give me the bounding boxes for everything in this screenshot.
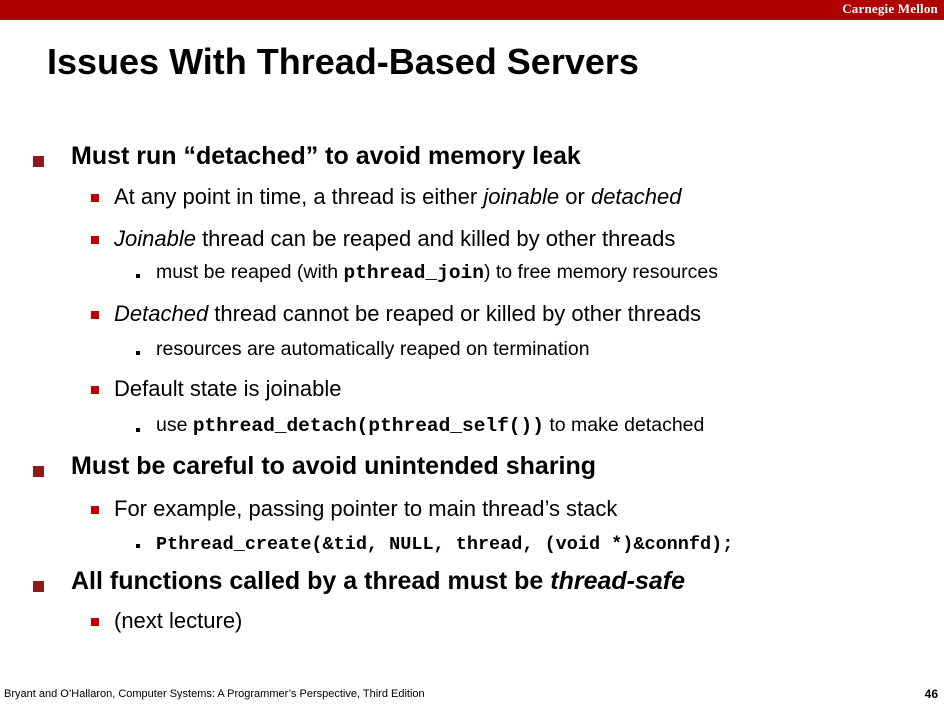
page-number: 46 — [924, 687, 938, 701]
bullet-1-2: Joinable thread can be reaped and killed… — [114, 226, 675, 252]
text: or — [559, 184, 591, 209]
bullet-marker-level1 — [33, 156, 44, 167]
text: use — [156, 414, 193, 436]
bullet-marker-level2 — [91, 618, 99, 626]
bullet-marker-level2 — [91, 386, 99, 394]
term-detached: detached — [590, 184, 682, 209]
code-pthread-create: Pthread_create(&tid, NULL, thread, (void… — [156, 534, 734, 555]
text: ) to free memory resources — [483, 261, 719, 283]
term-thread-safe: thread-safe — [550, 567, 686, 595]
bullet-2-text: Must be careful to avoid unintended shar… — [71, 452, 597, 480]
bullet-marker-level3 — [136, 274, 140, 278]
text: thread cannot be reaped or killed by oth… — [208, 301, 702, 326]
text: thread can be reaped and killed by other… — [195, 226, 676, 251]
brand-label: Carnegie Mellon — [842, 1, 938, 16]
code-pthread-join: pthread_join — [343, 262, 484, 284]
slide-title: Issues With Thread-Based Servers — [47, 41, 639, 82]
code-pthread-detach: pthread_detach(pthread_self()) — [192, 415, 544, 437]
bullet-1-2-1: must be reaped (with pthread_join) to fr… — [156, 261, 718, 284]
text: At any point in time, a thread is either — [114, 184, 484, 209]
bullet-3-1: (next lecture) — [114, 608, 243, 633]
bullet-marker-level3 — [136, 351, 140, 355]
bullet-1-1: At any point in time, a thread is either… — [114, 184, 681, 210]
bullet-2-1-1: Pthread_create(&tid, NULL, thread, (void… — [156, 532, 733, 555]
term-joinable: joinable — [483, 184, 560, 209]
bullet-marker-level2 — [91, 311, 99, 319]
bullet-3-text: All functions called by a thread must be… — [71, 567, 685, 596]
text: must be reaped (with — [156, 261, 344, 283]
bullet-2-1: For example, passing pointer to main thr… — [114, 496, 618, 521]
term-detached: Detached — [114, 301, 209, 326]
header-bar: Carnegie Mellon — [0, 0, 944, 20]
bullet-1-3-1: resources are automatically reaped on te… — [156, 338, 590, 360]
bullet-1-3: Detached thread cannot be reaped or kill… — [114, 301, 701, 327]
text: All functions called by a thread must be — [71, 567, 551, 595]
bullet-marker-level2 — [91, 506, 99, 514]
bullet-1-4-1: use pthread_detach(pthread_self()) to ma… — [156, 414, 704, 437]
footer-credit: Bryant and O’Hallaron, Computer Systems:… — [4, 688, 425, 700]
bullet-1-text: Must run “detached” to avoid memory leak — [71, 142, 581, 170]
text: to make detached — [543, 414, 705, 436]
bullet-marker-level2 — [91, 236, 99, 244]
bullet-marker-level3 — [136, 428, 140, 432]
bullet-marker-level3 — [136, 544, 140, 548]
bullet-marker-level1 — [33, 581, 44, 592]
bullet-1-4: Default state is joinable — [114, 376, 342, 401]
bullet-marker-level2 — [91, 194, 99, 202]
bullet-marker-level1 — [33, 466, 44, 477]
term-joinable: Joinable — [114, 226, 196, 251]
